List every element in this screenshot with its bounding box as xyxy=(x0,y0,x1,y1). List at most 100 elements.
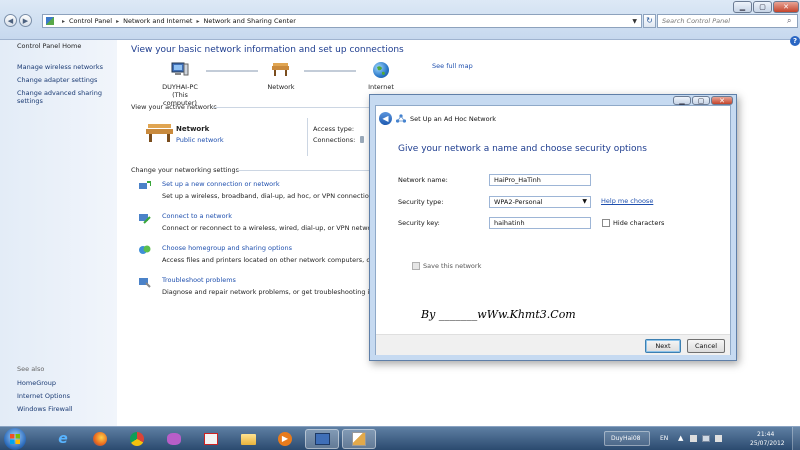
network-name-input[interactable]: HaiPro_HaTinh xyxy=(489,174,591,186)
folder-icon xyxy=(240,433,256,445)
start-button[interactable] xyxy=(4,428,26,450)
taskbar-dialog[interactable] xyxy=(342,429,376,449)
breadcrumb-control-panel[interactable]: Control Panel xyxy=(69,17,112,25)
task-setup-connection-link[interactable]: Set up a new connection or network xyxy=(162,180,280,188)
security-key-label: Security key: xyxy=(398,219,440,227)
task-setup-connection-desc: Set up a wireless, broadband, dial-up, a… xyxy=(162,192,369,200)
minimize-button[interactable]: ▁ xyxy=(733,1,752,13)
change-sharing-link[interactable]: Change advanced sharing settings xyxy=(17,89,112,105)
task-homegroup-link[interactable]: Choose homegroup and sharing options xyxy=(162,244,292,252)
back-button[interactable]: ◀ xyxy=(4,14,17,27)
save-network-label: Save this network xyxy=(423,262,482,270)
breadcrumb-sharing-center[interactable]: Network and Sharing Center xyxy=(203,17,295,25)
address-dropdown-icon[interactable]: ▼ xyxy=(632,18,637,25)
user-toolbar[interactable]: DuyHai08 xyxy=(604,431,650,446)
close-glyph: ✕ xyxy=(719,96,725,105)
internet-options-link[interactable]: Internet Options xyxy=(17,392,112,400)
security-type-select[interactable]: WPA2-Personal ▼ xyxy=(489,196,591,208)
help-me-choose-link[interactable]: Help me choose xyxy=(601,197,653,205)
manage-wireless-link[interactable]: Manage wireless networks xyxy=(17,63,112,71)
network-type-link[interactable]: Public network xyxy=(176,136,224,144)
adhoc-network-dialog: ▁ ▢ ✕ ◀ Set Up an Ad Hoc Network Give yo… xyxy=(369,94,737,361)
speaker-icon[interactable] xyxy=(715,435,722,442)
cancel-button[interactable]: Cancel xyxy=(687,339,725,353)
breadcrumb-chevron-icon: ▸ xyxy=(62,17,66,25)
see-full-map-link[interactable]: See full map xyxy=(432,62,473,70)
troubleshoot-icon xyxy=(139,277,151,288)
user-label: DuyHai08 xyxy=(611,435,641,442)
dialog-back-button[interactable]: ◀ xyxy=(379,112,392,125)
taskbar-explorer[interactable] xyxy=(231,429,265,449)
help-icon: ? xyxy=(792,37,798,45)
windows-logo-icon xyxy=(10,434,20,444)
show-desktop-button[interactable] xyxy=(792,427,800,450)
see-also-heading: See also xyxy=(17,365,45,373)
access-type-label: Access type: xyxy=(313,125,355,133)
vertical-divider xyxy=(307,118,308,156)
search-icon: ⌕ xyxy=(787,16,792,25)
breadcrumb-network-internet[interactable]: Network and Internet xyxy=(123,17,192,25)
forward-button[interactable]: ▶ xyxy=(19,14,32,27)
internet-globe-icon xyxy=(373,62,389,78)
forward-arrow-icon: ▶ xyxy=(22,16,29,25)
language-indicator[interactable]: EN xyxy=(660,435,668,442)
control-panel-icon xyxy=(46,17,54,25)
minimize-glyph: ▁ xyxy=(739,3,746,11)
next-button[interactable]: Next xyxy=(645,339,681,353)
maximize-button[interactable]: ▢ xyxy=(753,1,772,13)
taskbar-messenger[interactable] xyxy=(157,429,191,449)
network-window-icon xyxy=(314,433,330,445)
taskbar-media-player[interactable]: ▶ xyxy=(268,429,302,449)
hide-characters-label: Hide characters xyxy=(613,219,665,227)
wireless-signal-icon xyxy=(360,136,364,143)
task-connect-network-link[interactable]: Connect to a network xyxy=(162,212,232,220)
task-connect-network-desc: Connect or reconnect to a wireless, wire… xyxy=(162,224,369,232)
homegroup-icon xyxy=(139,244,151,255)
security-key-input[interactable]: haihatinh xyxy=(489,217,591,229)
dialog-body: ◀ Set Up an Ad Hoc Network Give your net… xyxy=(375,105,731,355)
task-troubleshoot-link[interactable]: Troubleshoot problems xyxy=(162,276,236,284)
help-button[interactable]: ? xyxy=(790,36,800,46)
settings-heading: Change your networking settings xyxy=(131,166,240,174)
save-network-checkbox[interactable] xyxy=(412,262,420,270)
taskbar-chrome[interactable] xyxy=(120,429,154,449)
dialog-footer: Next Cancel xyxy=(376,334,730,355)
minimize-glyph: ▁ xyxy=(679,96,685,105)
maximize-glyph: ▢ xyxy=(697,96,705,105)
taskbar-app[interactable] xyxy=(194,429,228,449)
change-adapter-link[interactable]: Change adapter settings xyxy=(17,76,112,84)
security-type-value: WPA2-Personal xyxy=(494,198,543,206)
taskbar-firefox[interactable] xyxy=(83,429,117,449)
breadcrumb-chevron-icon: ▸ xyxy=(196,17,200,25)
windows-firewall-link[interactable]: Windows Firewall xyxy=(17,405,112,413)
breadcrumb-chevron-icon: ▸ xyxy=(116,17,120,25)
app-grid-icon xyxy=(204,433,218,445)
refresh-button[interactable]: ↻ xyxy=(643,14,656,28)
clock-time[interactable]: 21:44 xyxy=(757,431,774,438)
back-arrow-icon: ◀ xyxy=(7,16,14,25)
flag-icon[interactable] xyxy=(690,435,697,442)
show-hidden-icons-icon[interactable]: ▲ xyxy=(678,434,683,442)
dialog-maximize-button[interactable]: ▢ xyxy=(692,96,710,105)
clock-date[interactable]: 25/07/2012 xyxy=(750,440,785,447)
taskbar-control-panel[interactable] xyxy=(305,429,339,449)
dialog-minimize-button[interactable]: ▁ xyxy=(673,96,691,105)
homegroup-link[interactable]: HomeGroup xyxy=(17,379,112,387)
active-networks-heading: View your active networks xyxy=(131,103,217,111)
search-input[interactable]: Search Control Panel xyxy=(657,14,798,28)
close-glyph: ✕ xyxy=(783,3,789,11)
dialog-heading: Give your network a name and choose secu… xyxy=(398,144,647,154)
security-type-label: Security type: xyxy=(398,198,444,206)
hide-characters-checkbox[interactable] xyxy=(602,219,610,227)
network-bench-icon xyxy=(272,63,289,78)
control-panel-home-link[interactable]: Control Panel Home xyxy=(17,42,112,50)
map-connector-line xyxy=(304,70,356,72)
taskbar: e ▶ DuyHai08 EN ▲ 21:44 25/07/2012 xyxy=(0,426,800,450)
taskbar-ie[interactable]: e xyxy=(46,429,80,449)
refresh-icon: ↻ xyxy=(646,16,653,25)
chrome-icon xyxy=(130,432,144,446)
address-bar[interactable]: ▸ Control Panel ▸ Network and Internet ▸… xyxy=(42,14,642,28)
close-button[interactable]: ✕ xyxy=(773,1,799,13)
network-tray-icon[interactable] xyxy=(702,435,710,442)
dialog-close-button[interactable]: ✕ xyxy=(711,96,733,105)
